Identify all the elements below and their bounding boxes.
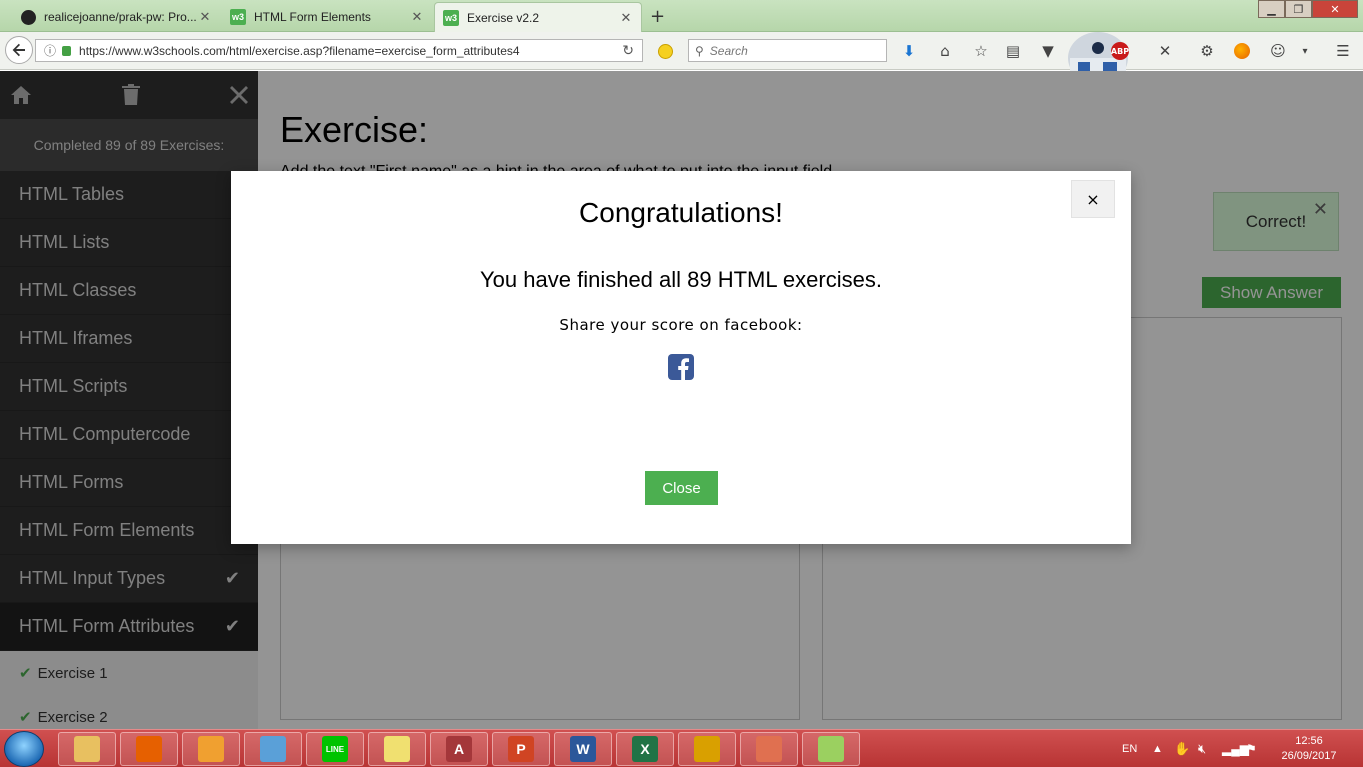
- taskbar-app-file-explorer[interactable]: [58, 732, 116, 766]
- taskbar-app-computer[interactable]: [244, 732, 302, 766]
- taskbar-app-excel[interactable]: X: [616, 732, 674, 766]
- language-indicator[interactable]: EN: [1122, 730, 1137, 767]
- lock-icon: [62, 45, 72, 56]
- search-icon: ⚲: [695, 43, 704, 58]
- pocket-icon[interactable]: ▼: [1038, 41, 1058, 61]
- close-window-button[interactable]: ✕: [1312, 0, 1358, 18]
- network-icon[interactable]: ▂▄▆: [1222, 730, 1249, 767]
- winrar-icon: [694, 736, 720, 762]
- reload-icon[interactable]: ↻: [622, 42, 634, 59]
- new-tab-button[interactable]: +: [650, 6, 665, 27]
- word-icon: W: [570, 736, 596, 762]
- github-icon: [20, 9, 36, 25]
- back-button[interactable]: [5, 36, 33, 64]
- show-hidden-icons-icon[interactable]: ▲: [1152, 730, 1163, 767]
- taskbar-app-powerpoint[interactable]: P: [492, 732, 550, 766]
- taskbar-app-line[interactable]: LINE: [306, 732, 364, 766]
- facebook-icon[interactable]: [668, 354, 694, 380]
- start-button[interactable]: [4, 731, 44, 767]
- adblock-icon[interactable]: ABP: [1110, 41, 1130, 61]
- tab-close-icon[interactable]: ✕: [410, 9, 424, 25]
- media-player-icon: [198, 736, 224, 762]
- bookmark-star-icon[interactable]: ☆: [971, 41, 991, 61]
- search-placeholder: Search: [709, 43, 748, 58]
- sticky-notes-icon: [384, 736, 410, 762]
- download-icon[interactable]: ⬇: [899, 41, 919, 61]
- app-icon: [756, 736, 782, 762]
- taskbar-app-firefox[interactable]: [120, 732, 178, 766]
- info-icon[interactable]: ⓘ: [44, 42, 56, 59]
- minimize-button[interactable]: ▁: [1258, 0, 1285, 18]
- modal-close-button[interactable]: Close: [645, 471, 718, 505]
- taskbar-app-access[interactable]: A: [430, 732, 488, 766]
- tab-close-icon[interactable]: ✕: [198, 9, 212, 25]
- w3schools-icon: w3: [443, 9, 459, 26]
- home-icon[interactable]: ⌂: [935, 41, 955, 61]
- tab-strip: realicejoanne/prak-pw: Pro... ✕ w3 HTML …: [0, 0, 1363, 32]
- tab-label: HTML Form Elements: [254, 10, 371, 24]
- share-prompt: Share your score on facebook:: [559, 316, 803, 334]
- taskbar-app-media-player[interactable]: [182, 732, 240, 766]
- powerpoint-icon: P: [508, 736, 534, 762]
- notepad-plus-icon: [818, 736, 844, 762]
- address-bar[interactable]: ⓘ https://www.w3schools.com/html/exercis…: [35, 39, 643, 62]
- computer-icon: [260, 736, 286, 762]
- taskbar-app-winrar[interactable]: [678, 732, 736, 766]
- tab-github[interactable]: realicejoanne/prak-pw: Pro... ✕: [12, 2, 220, 32]
- excel-icon: X: [632, 736, 658, 762]
- menu-hamburger-icon[interactable]: ☰: [1333, 41, 1353, 61]
- taskbar-app-sticky-notes[interactable]: [368, 732, 426, 766]
- line-icon: LINE: [322, 736, 348, 762]
- reading-list-icon[interactable]: ▤: [1003, 41, 1023, 61]
- action-center-flag-icon[interactable]: ⚑: [1246, 730, 1257, 767]
- settings-gear-icon[interactable]: ⚙: [1197, 41, 1217, 61]
- navigation-bar: ⓘ https://www.w3schools.com/html/exercis…: [0, 32, 1363, 102]
- tab-label: Exercise v2.2: [467, 10, 540, 25]
- volume-muted-icon[interactable]: 🔇︎: [1198, 730, 1206, 767]
- w3schools-icon: w3: [230, 9, 246, 25]
- system-clock[interactable]: 12:56 26/09/2017: [1272, 734, 1346, 764]
- tab-html-form-elements[interactable]: w3 HTML Form Elements ✕: [222, 2, 432, 32]
- firefox-sync-icon[interactable]: [1232, 41, 1252, 61]
- clock-time: 12:56: [1295, 735, 1323, 747]
- taskbar-app-app[interactable]: [740, 732, 798, 766]
- dropdown-arrow-icon[interactable]: ▾: [1295, 41, 1315, 61]
- firefox-icon: [136, 736, 162, 762]
- search-input[interactable]: ⚲ Search: [688, 39, 887, 62]
- extension-x-icon[interactable]: ✕: [1155, 41, 1175, 61]
- access-icon: A: [446, 736, 472, 762]
- clock-date: 26/09/2017: [1281, 750, 1337, 762]
- file-explorer-icon: [74, 736, 100, 762]
- greasemonkey-icon[interactable]: ☺: [1268, 41, 1288, 61]
- back-arrow-icon: [12, 43, 25, 57]
- tab-label: realicejoanne/prak-pw: Pro...: [44, 10, 197, 24]
- modal-message: You have finished all 89 HTML exercises.: [480, 267, 882, 292]
- tab-exercise[interactable]: w3 Exercise v2.2 ✕: [434, 2, 642, 32]
- maximize-button[interactable]: ❐: [1285, 0, 1312, 18]
- taskbar-app-word[interactable]: W: [554, 732, 612, 766]
- tray-app-icon[interactable]: ✋: [1174, 730, 1190, 767]
- windows-taskbar: LINE A P W X EN ▲ ✋ 🔇︎ ▂▄▆ ⚑ 12:56 26/09/201…: [0, 729, 1363, 767]
- url-text: https://www.w3schools.com/html/exercise.…: [79, 43, 520, 58]
- tab-close-icon[interactable]: ✕: [619, 10, 633, 26]
- taskbar-app-notepad-plus[interactable]: [802, 732, 860, 766]
- tips-icon[interactable]: [655, 41, 675, 61]
- congratulations-modal: × Congratulations! You have finished all…: [231, 171, 1131, 544]
- modal-title: Congratulations!: [579, 197, 783, 228]
